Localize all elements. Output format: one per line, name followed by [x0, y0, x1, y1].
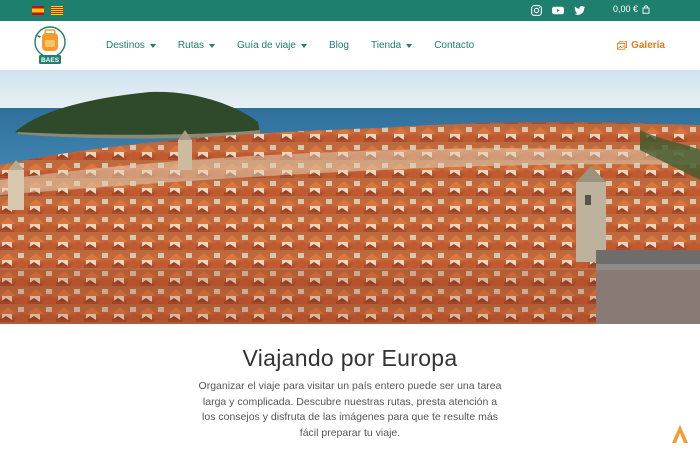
gallery-label: Galería [631, 40, 665, 51]
chevron-down-icon [406, 43, 413, 48]
chevron-down-icon [300, 43, 307, 48]
page-title: Viajando por Europa [242, 345, 458, 371]
nav-item-rutas[interactable]: Rutas [177, 40, 216, 51]
images-icon [617, 41, 628, 50]
chevron-down-icon [209, 43, 216, 48]
chevron-down-icon [149, 43, 156, 48]
nav-item-label: Destinos [106, 40, 145, 51]
cart-button[interactable]: 0,00 € [613, 4, 650, 14]
intro-section: Viajando por Europa Organizar el viaje p… [0, 324, 700, 457]
main-navbar: BAES Destinos Rutas Guía de viaje Blog T… [0, 21, 700, 70]
top-bar: 0,00 € [0, 0, 700, 21]
nav-item-label: Rutas [177, 40, 205, 51]
twitter-icon[interactable] [573, 4, 586, 17]
nav-item-label: Blog [328, 40, 349, 51]
nav-item-label: Guía de viaje [237, 40, 296, 51]
site-logo[interactable]: BAES [32, 26, 68, 66]
nav-menu: Destinos Rutas Guía de viaje Blog Tienda… [106, 21, 496, 70]
nav-item-destinos[interactable]: Destinos [106, 40, 156, 51]
nav-item-label: Contacto [434, 40, 475, 51]
hero-image [0, 70, 700, 324]
nav-item-contacto[interactable]: Contacto [434, 40, 474, 51]
nav-item-blog[interactable]: Blog [329, 40, 349, 51]
shopping-bag-icon [642, 4, 650, 14]
youtube-icon[interactable] [551, 4, 565, 17]
catalonia-flag-icon[interactable] [51, 6, 63, 15]
cart-total: 0,00 € [612, 4, 638, 14]
logo-text: BAES [41, 57, 60, 64]
nav-item-tienda[interactable]: Tienda [370, 40, 413, 51]
gallery-link[interactable]: Galería [617, 40, 665, 51]
intro-description: Organizar el viaje para visitar un país … [198, 380, 502, 439]
spain-flag-icon[interactable] [32, 6, 44, 15]
logo-a-icon[interactable] [672, 425, 688, 443]
instagram-icon[interactable] [530, 4, 543, 17]
nav-item-guia-de-viaje[interactable]: Guía de viaje [237, 40, 307, 51]
city-panorama-image [0, 70, 700, 324]
nav-item-label: Tienda [370, 40, 402, 51]
